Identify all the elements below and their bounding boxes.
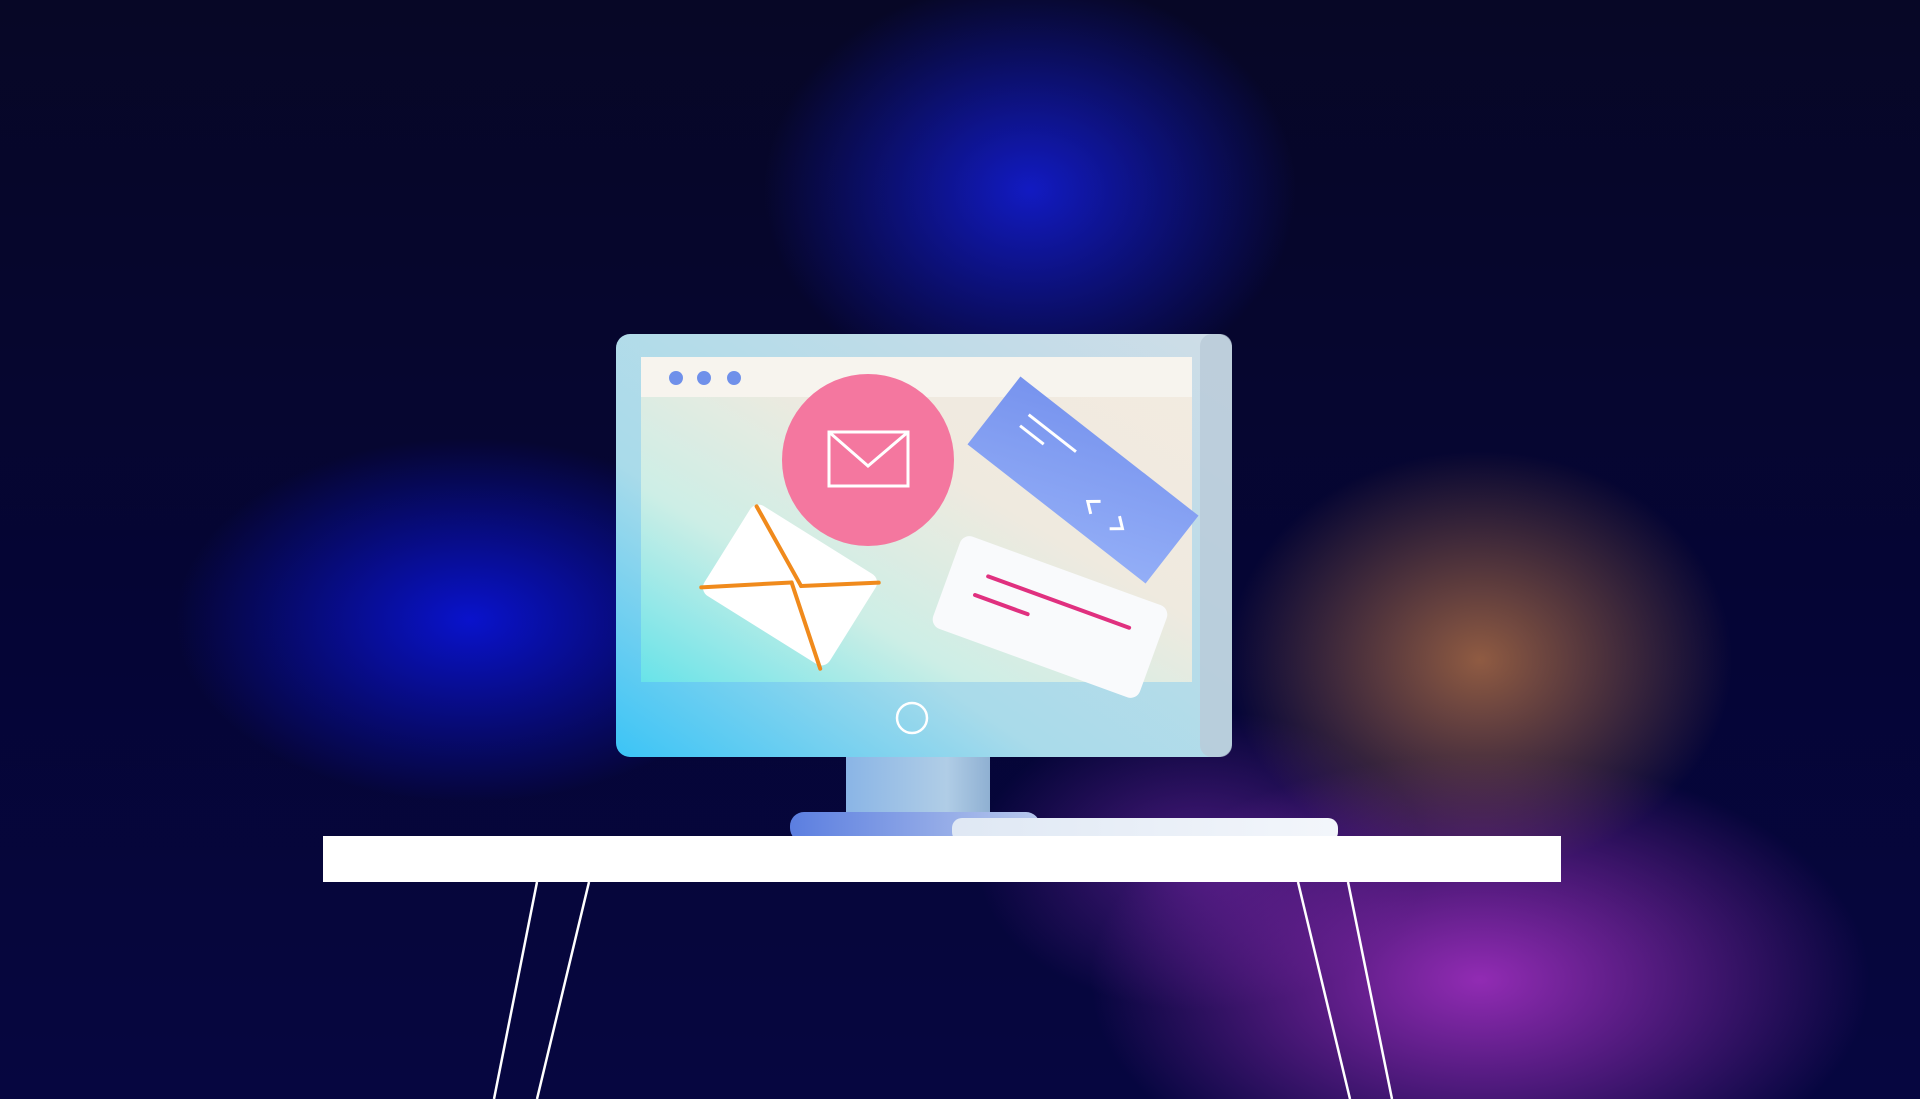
- monitor: [616, 334, 1232, 757]
- monitor-stand: [846, 757, 990, 814]
- illustration: [323, 334, 1561, 1099]
- scene: [0, 0, 1920, 1099]
- table-legs: [492, 881, 1394, 1099]
- monitor-frame-edge: [1200, 334, 1232, 757]
- table-top: [323, 836, 1561, 882]
- monitor-screen: [641, 357, 1199, 698]
- window-dots-icon: [669, 371, 741, 385]
- table: [323, 836, 1561, 1099]
- mail-badge: [782, 374, 954, 546]
